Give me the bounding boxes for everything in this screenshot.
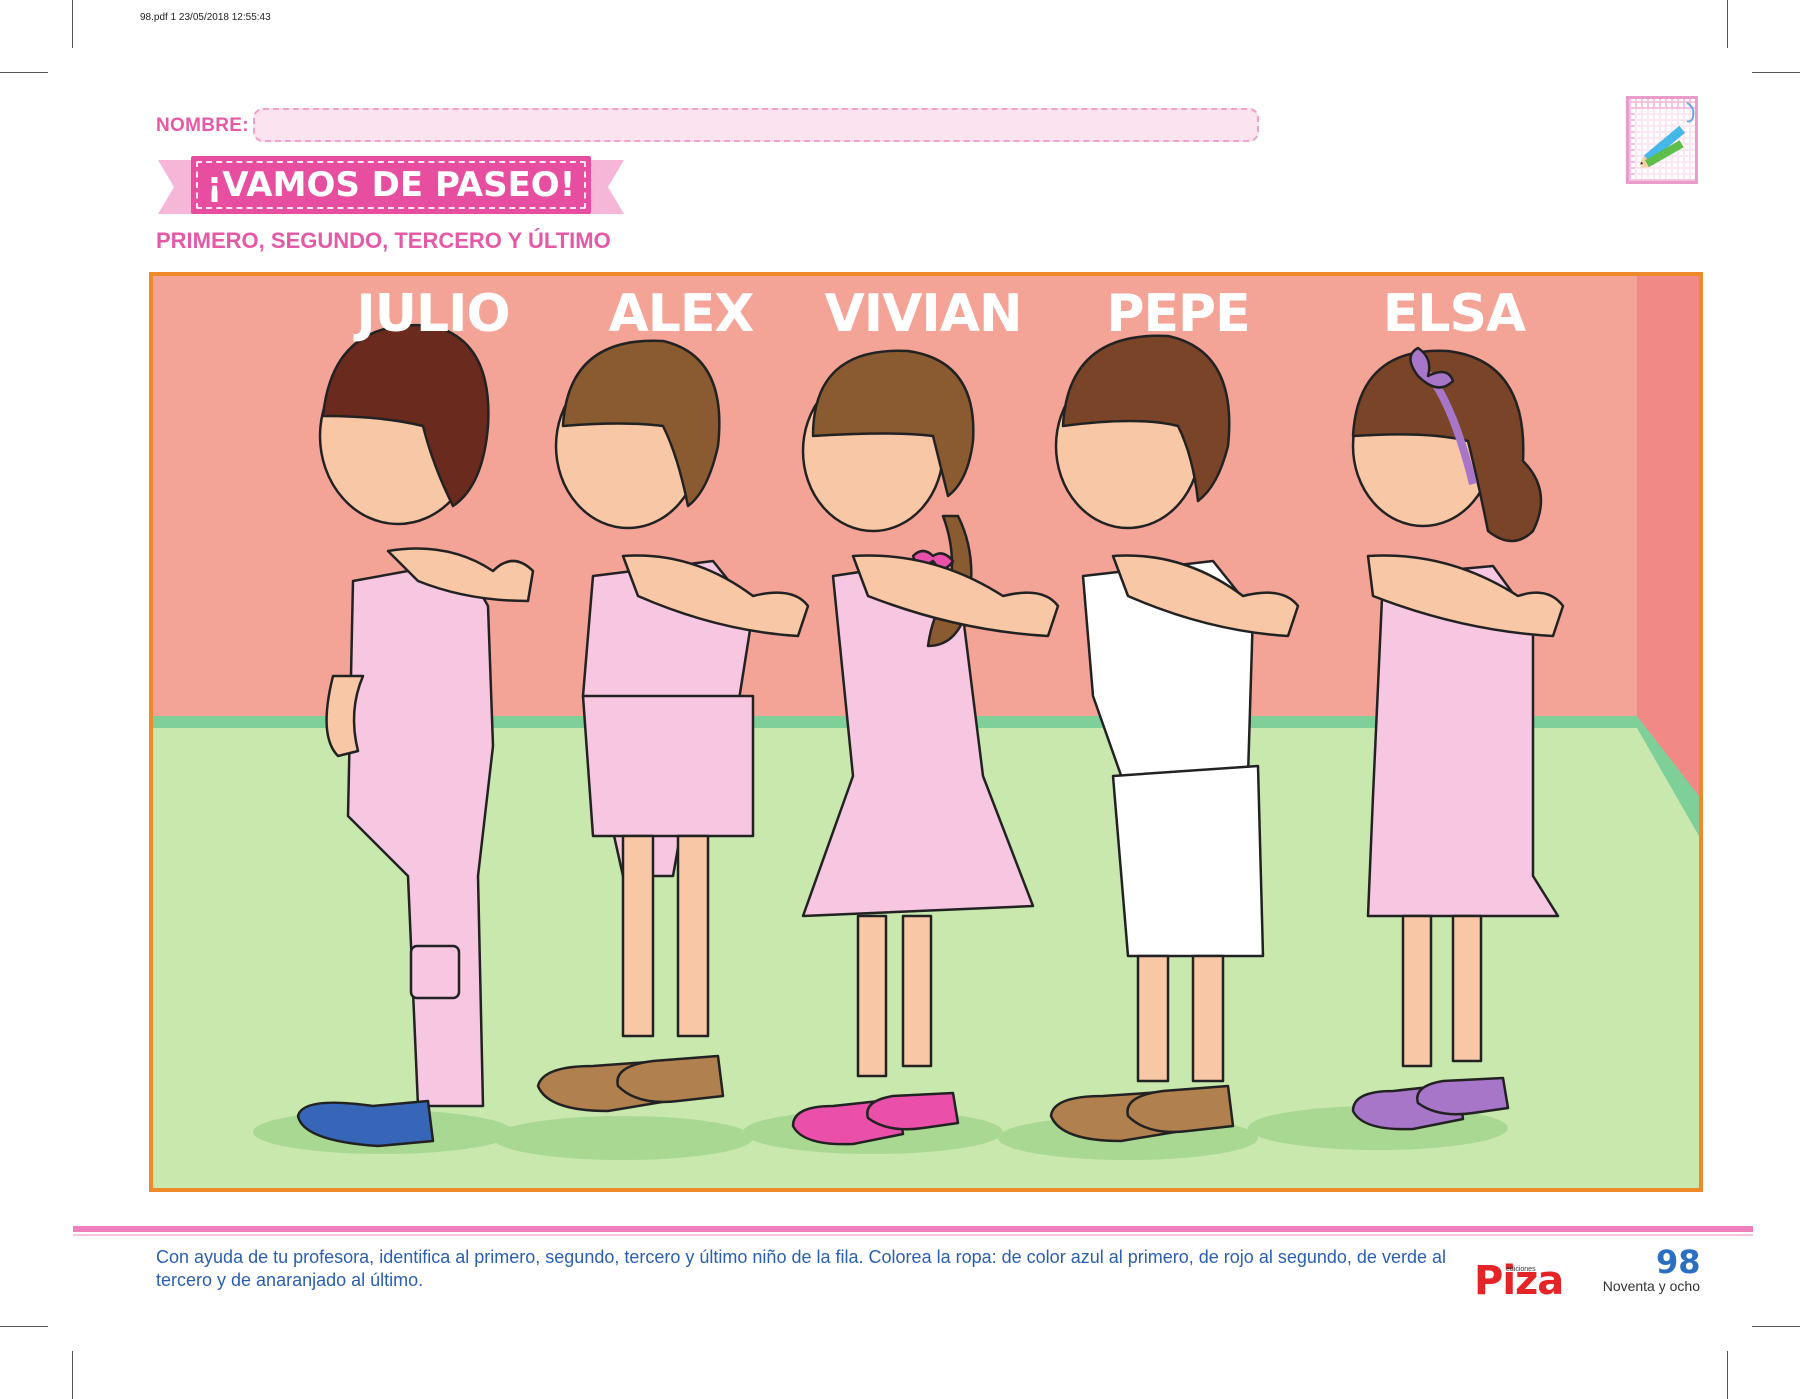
print-info: 98.pdf 1 23/05/2018 12:55:43 (140, 12, 271, 23)
child-julio (296, 323, 535, 1148)
crop-mark (1752, 1326, 1800, 1327)
child-name-label: VIVIAN (824, 284, 1023, 344)
crop-mark (0, 72, 48, 73)
name-row: NOMBRE: (156, 106, 249, 146)
crop-mark (1727, 1351, 1728, 1399)
crop-mark (1752, 72, 1800, 73)
crop-mark (1727, 0, 1728, 48)
crop-mark (72, 1351, 73, 1399)
instructions-text: Con ayuda de tu profesora, identifica al… (156, 1247, 1446, 1290)
crop-mark (0, 1326, 48, 1327)
child-name-label: JULIO (356, 284, 510, 344)
child-vivian (791, 349, 1060, 1146)
child-name-label: PEPE (1106, 284, 1250, 344)
name-field[interactable] (253, 108, 1259, 142)
child-name-label: ALEX (608, 284, 755, 344)
footer-divider (73, 1226, 1753, 1232)
publisher-small-label: ediciones (1506, 1266, 1536, 1273)
footer-divider (73, 1234, 1753, 1236)
pencil-badge (1626, 96, 1698, 184)
page-title: ¡VAMOS DE PASEO! (206, 165, 576, 205)
child-name-label: ELSA (1382, 284, 1526, 344)
child-elsa (1351, 346, 1565, 1131)
name-label: NOMBRE: (156, 115, 249, 136)
publisher-logo: Piza (1474, 1258, 1564, 1304)
child-pepe (1049, 334, 1300, 1143)
page-subtitle: PRIMERO, SEGUNDO, TERCERO Y ÚLTIMO (156, 228, 611, 253)
page-number-words: Noventa y ocho (1602, 1278, 1700, 1294)
crop-mark (72, 0, 73, 48)
child-alex (536, 339, 810, 1113)
page-number: 98 (1656, 1243, 1701, 1281)
title-banner: ¡VAMOS DE PASEO! (156, 152, 626, 222)
scene-illustration: JULIO ALEX VIVIAN PEPE ELSA (149, 272, 1703, 1192)
pencil-icon (1635, 102, 1695, 179)
children-row (253, 323, 1565, 1160)
